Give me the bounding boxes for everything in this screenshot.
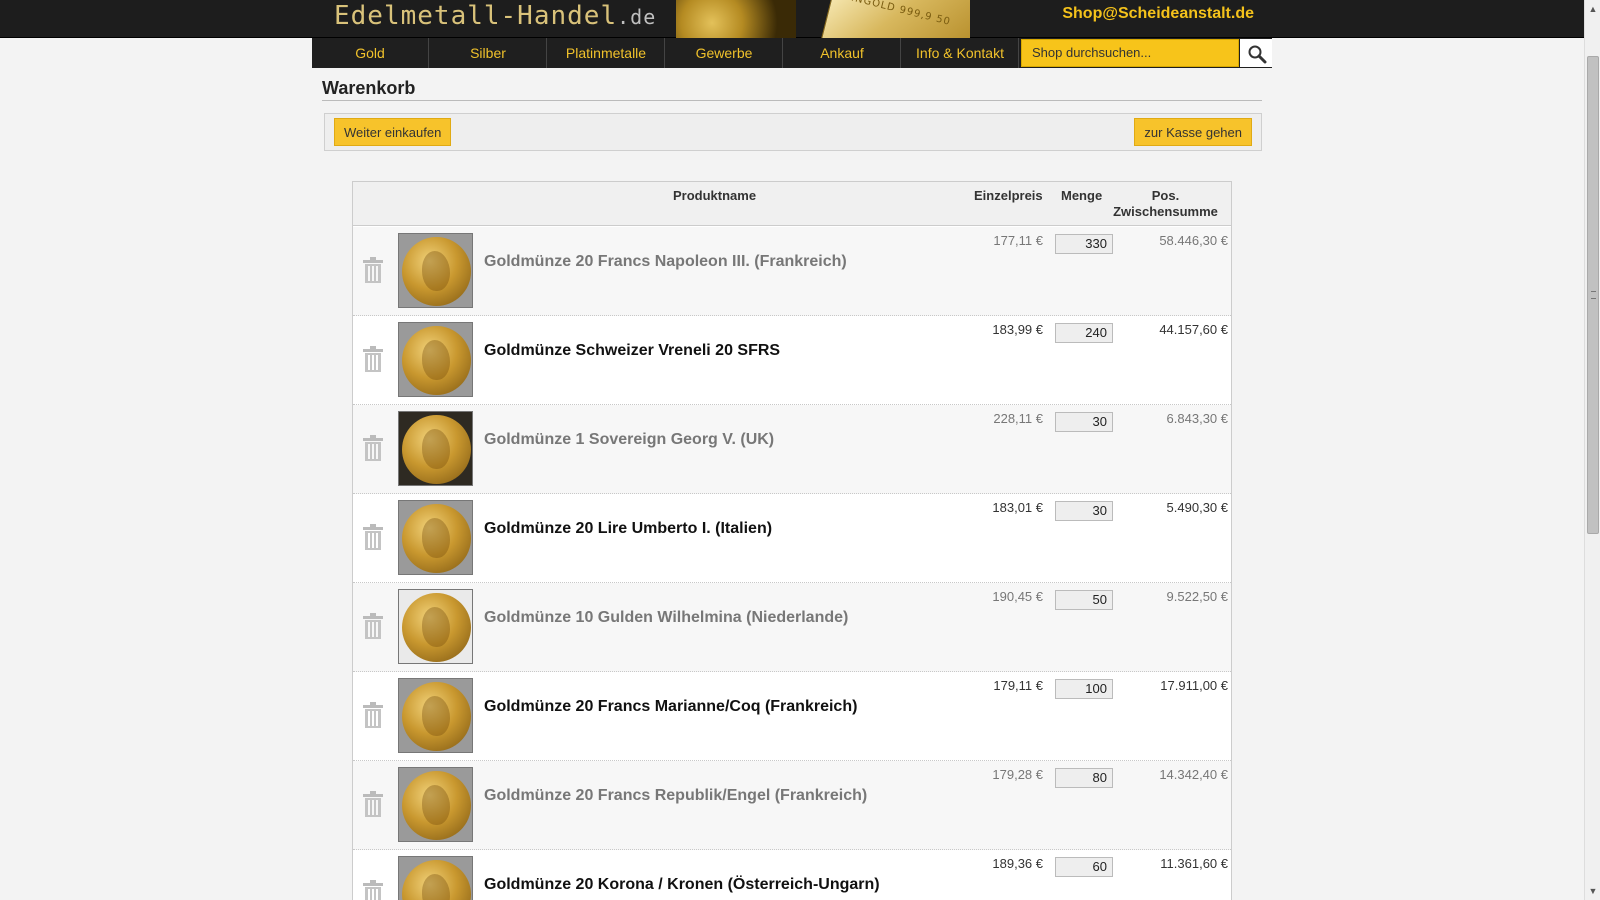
gold-nuggets-image	[676, 0, 796, 38]
page-scrollbar[interactable]: ▲ ▼	[1584, 0, 1600, 900]
table-row: Goldmünze Schweizer Vreneli 20 SFRS 183,…	[353, 316, 1231, 405]
coin-icon	[402, 860, 471, 900]
table-row: Goldmünze 20 Francs Napoleon III. (Frank…	[353, 227, 1231, 316]
product-image[interactable]	[398, 589, 473, 664]
trash-icon[interactable]	[362, 613, 384, 639]
search-icon	[1248, 45, 1267, 64]
quantity-input[interactable]: 30	[1055, 501, 1113, 521]
nav-item-platinmetalle[interactable]: Platinmetalle	[548, 38, 665, 68]
line-subtotal: 9.522,50 €	[1166, 589, 1228, 604]
search-button[interactable]	[1240, 39, 1272, 67]
site-header: Edelmetall-Handel.de FEINGOLD 999,9 50 S…	[0, 0, 1584, 38]
quantity-input[interactable]: 330	[1055, 234, 1113, 254]
line-subtotal: 17.911,00 €	[1160, 678, 1228, 693]
nav-item-gewerbe[interactable]: Gewerbe	[666, 38, 783, 68]
logo-main-text: Edelmetall-Handel	[334, 1, 618, 31]
unit-price: 228,11 €	[993, 411, 1043, 426]
checkout-button[interactable]: zur Kasse gehen	[1134, 118, 1252, 146]
scroll-down-arrow-icon[interactable]: ▼	[1588, 886, 1598, 896]
trash-icon[interactable]	[362, 880, 384, 900]
trash-icon[interactable]	[362, 702, 384, 728]
product-name-link[interactable]: Goldmünze 10 Gulden Wilhelmina (Niederla…	[484, 609, 848, 627]
gold-bar-banner: FEINGOLD 999,9 50	[676, 0, 970, 38]
product-name-link[interactable]: Goldmünze 20 Korona / Kronen (Österreich…	[484, 876, 880, 894]
table-row: Goldmünze 20 Francs Marianne/Coq (Frankr…	[353, 672, 1231, 761]
table-row: Goldmünze 20 Francs Republik/Engel (Fran…	[353, 761, 1231, 850]
unit-price: 189,36 €	[992, 856, 1043, 871]
line-subtotal: 58.446,30 €	[1159, 233, 1228, 248]
unit-price: 190,45 €	[992, 589, 1043, 604]
scrollbar-thumb[interactable]	[1587, 56, 1599, 534]
header-unit-price: Einzelpreis	[974, 188, 1043, 203]
header-subtotal-line1: Pos.	[1151, 188, 1180, 203]
trash-icon[interactable]	[362, 346, 384, 372]
shop-search-input[interactable]: Shop durchsuchen...	[1021, 39, 1239, 67]
table-row: Goldmünze 10 Gulden Wilhelmina (Niederla…	[353, 583, 1231, 672]
trash-icon[interactable]	[362, 435, 384, 461]
product-name-link[interactable]: Goldmünze 20 Francs Republik/Engel (Fran…	[484, 787, 867, 805]
coin-icon	[402, 415, 471, 484]
quantity-input[interactable]: 30	[1055, 412, 1113, 432]
header-quantity: Menge	[1061, 188, 1103, 203]
quantity-input[interactable]: 240	[1055, 323, 1113, 343]
coin-icon	[402, 237, 471, 306]
page-title: Warenkorb	[322, 78, 416, 98]
table-row: Goldmünze 20 Lire Umberto I. (Italien) 1…	[353, 494, 1231, 583]
product-image[interactable]	[398, 678, 473, 753]
unit-price: 183,01 €	[992, 500, 1043, 515]
quantity-input[interactable]: 60	[1055, 857, 1113, 877]
continue-shopping-button[interactable]: Weiter einkaufen	[334, 118, 452, 146]
contact-email-link[interactable]: Shop@Scheideanstalt.de	[1062, 5, 1254, 23]
product-image[interactable]	[398, 500, 473, 575]
nav-item-info-kontakt[interactable]: Info & Kontakt	[902, 38, 1019, 68]
quantity-input[interactable]: 100	[1055, 679, 1113, 699]
scroll-up-arrow-icon[interactable]: ▲	[1588, 4, 1598, 14]
header-subtotal: Pos. Zwischensumme	[1103, 188, 1228, 220]
coin-icon	[402, 771, 471, 840]
line-subtotal: 6.843,30 €	[1166, 411, 1228, 426]
header-subtotal-line2: Zwischensumme	[1113, 204, 1218, 219]
title-divider	[322, 100, 1262, 101]
nav-item-ankauf[interactable]: Ankauf	[784, 38, 901, 68]
line-subtotal: 11.361,60 €	[1160, 856, 1228, 871]
product-image[interactable]	[398, 411, 473, 486]
logo-tld-text: .de	[617, 5, 657, 29]
line-subtotal: 5.490,30 €	[1166, 500, 1228, 515]
trash-icon[interactable]	[362, 791, 384, 817]
product-name-link[interactable]: Goldmünze 1 Sovereign Georg V. (UK)	[484, 431, 774, 449]
nav-item-silber[interactable]: Silber	[430, 38, 547, 68]
quantity-input[interactable]: 80	[1055, 768, 1113, 788]
coin-icon	[402, 682, 471, 751]
coin-icon	[402, 326, 471, 395]
unit-price: 179,11 €	[993, 678, 1043, 693]
nav-item-gold[interactable]: Gold	[312, 38, 429, 68]
site-logo[interactable]: Edelmetall-Handel.de	[334, 1, 656, 31]
line-subtotal: 14.342,40 €	[1159, 767, 1228, 782]
product-name-link[interactable]: Goldmünze 20 Francs Marianne/Coq (Frankr…	[484, 698, 857, 716]
unit-price: 177,11 €	[993, 233, 1043, 248]
product-image[interactable]	[398, 856, 473, 900]
coin-icon	[402, 504, 471, 573]
table-row: Goldmünze 20 Korona / Kronen (Österreich…	[353, 850, 1231, 900]
unit-price: 179,28 €	[992, 767, 1043, 782]
coin-icon	[402, 593, 471, 662]
cart-table: Produktname Einzelpreis Menge Pos. Zwisc…	[352, 181, 1232, 900]
header-product-name: Produktname	[673, 188, 757, 203]
quantity-input[interactable]: 50	[1055, 590, 1113, 610]
cart-toolbar: Weiter einkaufen zur Kasse gehen	[324, 113, 1262, 151]
unit-price: 183,99 €	[992, 322, 1043, 337]
product-image[interactable]	[398, 322, 473, 397]
product-image[interactable]	[398, 233, 473, 308]
product-name-link[interactable]: Goldmünze 20 Lire Umberto I. (Italien)	[484, 520, 772, 538]
table-row: Goldmünze 1 Sovereign Georg V. (UK) 228,…	[353, 405, 1231, 494]
trash-icon[interactable]	[362, 257, 384, 283]
trash-icon[interactable]	[362, 524, 384, 550]
product-name-link[interactable]: Goldmünze Schweizer Vreneli 20 SFRS	[484, 342, 780, 360]
line-subtotal: 44.157,60 €	[1159, 322, 1228, 337]
table-header: Produktname Einzelpreis Menge Pos. Zwisc…	[353, 182, 1231, 226]
product-image[interactable]	[398, 767, 473, 842]
product-name-link[interactable]: Goldmünze 20 Francs Napoleon III. (Frank…	[484, 253, 847, 271]
